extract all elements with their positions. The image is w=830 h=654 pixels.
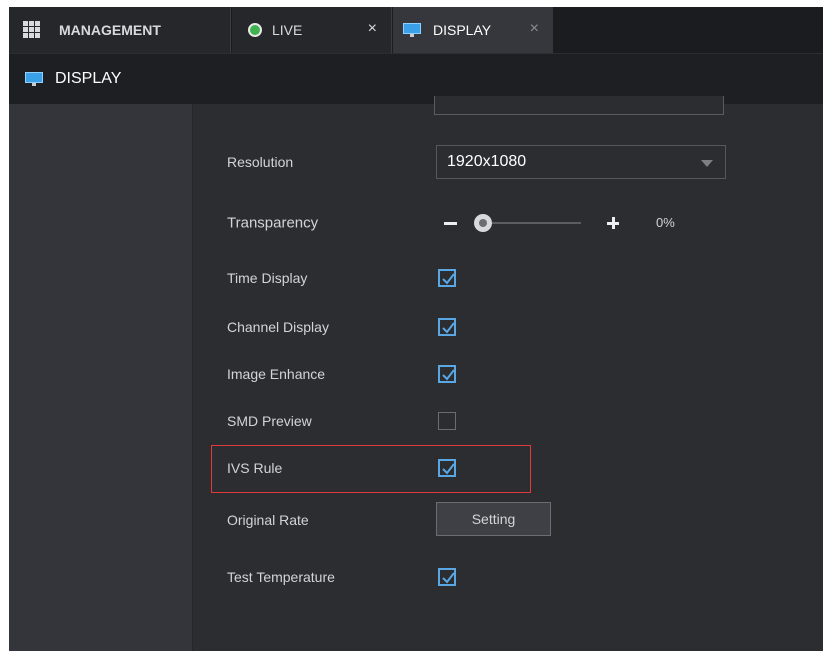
tab-management-label: MANAGEMENT [59, 22, 161, 38]
monitor-icon [403, 23, 423, 37]
tab-live-label: LIVE [272, 22, 303, 38]
resolution-select[interactable]: 1920x1080 [436, 145, 726, 179]
smd-preview-label: SMD Preview [227, 413, 312, 429]
test-temperature-row: Test Temperature [193, 557, 823, 597]
minus-icon[interactable] [444, 222, 457, 225]
tab-display[interactable]: DISPLAY × [393, 7, 553, 53]
check-icon [442, 572, 455, 584]
setting-button[interactable]: Setting [436, 502, 551, 536]
smd-preview-checkbox[interactable] [438, 412, 456, 430]
image-enhance-label: Image Enhance [227, 366, 326, 382]
channel-display-label: Channel Display [227, 319, 329, 335]
resolution-label: Resolution [227, 154, 294, 170]
tab-management[interactable]: MANAGEMENT [9, 7, 231, 53]
test-temperature-label: Test Temperature [227, 569, 335, 585]
channel-display-checkbox[interactable] [438, 318, 456, 336]
check-icon [442, 273, 455, 285]
time-display-checkbox[interactable] [438, 269, 456, 287]
close-icon[interactable]: × [530, 20, 539, 38]
tab-display-label: DISPLAY [433, 22, 492, 38]
time-display-row: Time Display [193, 258, 823, 298]
smd-preview-row: SMD Preview [193, 401, 823, 441]
original-rate-row: Original Rate Setting [193, 500, 823, 540]
resolution-row: Resolution 1920x1080 [193, 142, 823, 182]
app-window: MANAGEMENT LIVE × DISPLAY × DISPLAY Reso… [9, 7, 823, 651]
live-icon [248, 23, 262, 37]
highlight-box [211, 445, 531, 493]
transparency-slider-track[interactable] [485, 222, 581, 224]
resolution-value: 1920x1080 [447, 153, 527, 170]
grid-icon [23, 21, 41, 39]
transparency-slider-handle[interactable] [474, 214, 492, 232]
sidebar [9, 104, 193, 651]
chevron-down-icon [701, 160, 713, 167]
image-enhance-checkbox[interactable] [438, 365, 456, 383]
settings-panel: Resolution 1920x1080 Transparency 0% Tim… [193, 96, 823, 651]
previous-select-edge [434, 96, 724, 115]
channel-display-row: Channel Display [193, 307, 823, 347]
original-rate-label: Original Rate [227, 512, 309, 528]
page-title: DISPLAY [55, 70, 122, 87]
transparency-value: 0% [656, 215, 675, 230]
tab-live[interactable]: LIVE × [232, 7, 392, 53]
plus-icon[interactable] [607, 217, 619, 229]
check-icon [442, 369, 455, 381]
time-display-label: Time Display [227, 270, 308, 286]
test-temperature-checkbox[interactable] [438, 568, 456, 586]
tab-bar: MANAGEMENT LIVE × DISPLAY × [9, 7, 823, 53]
close-icon[interactable]: × [368, 20, 377, 38]
transparency-row: Transparency 0% [193, 203, 823, 243]
transparency-label: Transparency [227, 214, 319, 232]
monitor-icon [25, 72, 45, 86]
image-enhance-row: Image Enhance [193, 354, 823, 394]
check-icon [442, 322, 455, 334]
